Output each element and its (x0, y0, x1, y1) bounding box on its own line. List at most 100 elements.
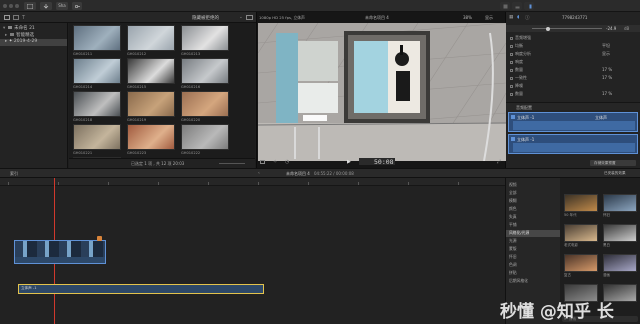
inspector-row[interactable]: 响度 (510, 59, 638, 65)
effects-category[interactable]: 平铺 (509, 222, 560, 229)
effects-category[interactable]: 视频 (509, 182, 560, 189)
checkbox[interactable] (510, 92, 513, 96)
clip-thumbnail[interactable] (181, 124, 229, 150)
effect-thumbnail[interactable] (564, 224, 598, 242)
effects-category[interactable]: 怀旧 (509, 254, 560, 261)
effect-thumbnail[interactable] (564, 254, 598, 272)
volume-value[interactable]: -24.9 (606, 26, 616, 31)
inspector-row[interactable]: 一致性 17 % (510, 75, 638, 81)
clip-thumbnail[interactable] (73, 124, 121, 150)
inspector-row-value[interactable]: 17 % (602, 75, 612, 80)
titles-icon[interactable]: T (22, 15, 25, 21)
event-item[interactable]: ▸ ✦ 2019-4-29 (0, 39, 67, 46)
window-zoom-button[interactable] (15, 4, 19, 8)
audio-channel-selected[interactable]: 立体声 -1 立体声 (508, 112, 638, 132)
window-close-button[interactable] (3, 4, 7, 8)
index-button[interactable]: 索引 (10, 171, 18, 177)
effect-thumbnail[interactable] (564, 194, 598, 212)
import-button[interactable] (40, 2, 52, 10)
zoom-level[interactable]: 38% (463, 15, 472, 20)
clip-thumbnail[interactable] (73, 91, 121, 117)
video-inspector-tab-icon[interactable]: ▦ (509, 15, 513, 20)
video-clip[interactable] (14, 240, 106, 264)
smart-collection-item[interactable]: ▸ 智能精选 (5, 32, 34, 38)
disclosure-triangle-icon[interactable]: ▸ (5, 33, 7, 38)
effects-category[interactable]: 光源 (509, 238, 560, 245)
effects-category[interactable]: 全部 (509, 190, 560, 197)
transform-tool-icon[interactable] (260, 160, 265, 164)
clip-thumbnail[interactable] (73, 58, 121, 84)
keywords-button[interactable] (500, 2, 510, 10)
inspector-row-value[interactable]: 显示 (602, 51, 610, 57)
inspector-row-value[interactable]: 17 % (602, 91, 612, 96)
clip-thumbnail[interactable] (127, 91, 175, 117)
video-frame[interactable] (258, 23, 506, 161)
effects-category[interactable]: 颜色 (509, 206, 560, 213)
inspector-row[interactable]: 响度分析 显示 (510, 51, 638, 57)
clip-marker[interactable] (97, 236, 102, 241)
clip-appearance-slider[interactable] (219, 163, 245, 164)
inspector-row[interactable]: 降噪 (510, 83, 638, 89)
effects-category[interactable]: 失真 (509, 214, 560, 221)
speed-icon[interactable]: ◔ (285, 159, 289, 165)
clip-thumbnail[interactable] (127, 58, 175, 84)
fullscreen-icon[interactable]: ⤢ (497, 159, 501, 165)
effects-category[interactable]: 后期风格化 (509, 278, 560, 285)
effects-category[interactable]: 风格化/光源 (506, 230, 561, 237)
save-preset-button[interactable]: 存储效果预置 (590, 160, 636, 166)
clip-thumbnail[interactable] (127, 25, 175, 51)
clip-filter-label[interactable]: 隐藏被拒绝的 (192, 15, 219, 21)
photos-icon[interactable] (13, 15, 19, 20)
checkbox[interactable] (510, 44, 513, 48)
play-button[interactable]: ▶ (347, 159, 351, 165)
inspector-toggle-button[interactable] (524, 2, 534, 10)
timeline-ruler[interactable] (0, 178, 505, 186)
disclosure-triangle-icon[interactable]: ▾ (3, 26, 5, 31)
libraries-button[interactable] (24, 2, 36, 10)
effects-category[interactable]: 蒙版 (509, 246, 560, 253)
enhance-icon[interactable]: ✧ (273, 159, 277, 165)
info-inspector-tab-icon[interactable]: ⓘ (525, 15, 530, 21)
channel-mode[interactable]: 立体声 (595, 115, 607, 121)
timeline-project-name[interactable]: 未命名项目 4 (286, 171, 310, 177)
disclosure-triangle-icon[interactable]: ▸ (5, 39, 7, 44)
background-tasks-button[interactable] (72, 2, 82, 10)
checkbox[interactable] (510, 60, 513, 64)
library-item[interactable]: ▾ 未命名 21 (3, 25, 35, 31)
checkbox[interactable] (510, 52, 513, 56)
inspector-row[interactable]: 均衡 平坦 (510, 43, 638, 49)
filmstrip-view-icon[interactable] (246, 15, 253, 20)
effect-thumbnail[interactable] (603, 194, 637, 212)
window-minimize-button[interactable] (9, 4, 13, 8)
clip-thumbnail[interactable] (181, 91, 229, 117)
volume-slider[interactable] (532, 28, 602, 29)
inspector-row[interactable]: 数量 17 % (510, 91, 638, 97)
effect-thumbnail[interactable] (603, 224, 637, 242)
clip-thumbnail[interactable] (127, 124, 175, 150)
view-menu[interactable]: 显示 (485, 15, 493, 21)
clip-thumbnail[interactable] (73, 25, 121, 51)
inspector-row-value[interactable]: 17 % (602, 67, 612, 72)
checkbox[interactable] (510, 36, 513, 40)
effects-category[interactable]: 拼贴 (509, 270, 560, 277)
clip-filter-chevron-icon[interactable]: ⌄ (239, 15, 243, 20)
audio-clip[interactable]: 立体声 -1 (18, 284, 264, 294)
library-sidebar-icon[interactable] (4, 15, 10, 20)
checkbox[interactable] (510, 68, 513, 72)
inspector-row[interactable]: 音频增强 (510, 35, 638, 41)
inspector-row-value[interactable]: 平坦 (602, 43, 610, 49)
checkbox[interactable] (510, 84, 513, 88)
audio-channel[interactable]: 立体声 -1 (508, 134, 638, 154)
effects-category[interactable]: 模糊 (509, 198, 560, 205)
share-button[interactable]: Sha (56, 2, 68, 10)
effect-thumbnail[interactable] (603, 254, 637, 272)
channel-checkbox[interactable] (511, 115, 515, 119)
clip-thumbnail[interactable] (181, 25, 229, 51)
checkbox[interactable] (510, 76, 513, 80)
volume-knob[interactable] (546, 26, 550, 31)
inspector-row[interactable]: 数量 17 % (510, 67, 638, 73)
effects-category[interactable]: 色调 (509, 262, 560, 269)
audio-inspector-tab-icon[interactable]: ◖ (517, 15, 519, 20)
clip-thumbnail[interactable] (181, 58, 229, 84)
back-arrow-icon[interactable]: ‹ (258, 171, 260, 176)
